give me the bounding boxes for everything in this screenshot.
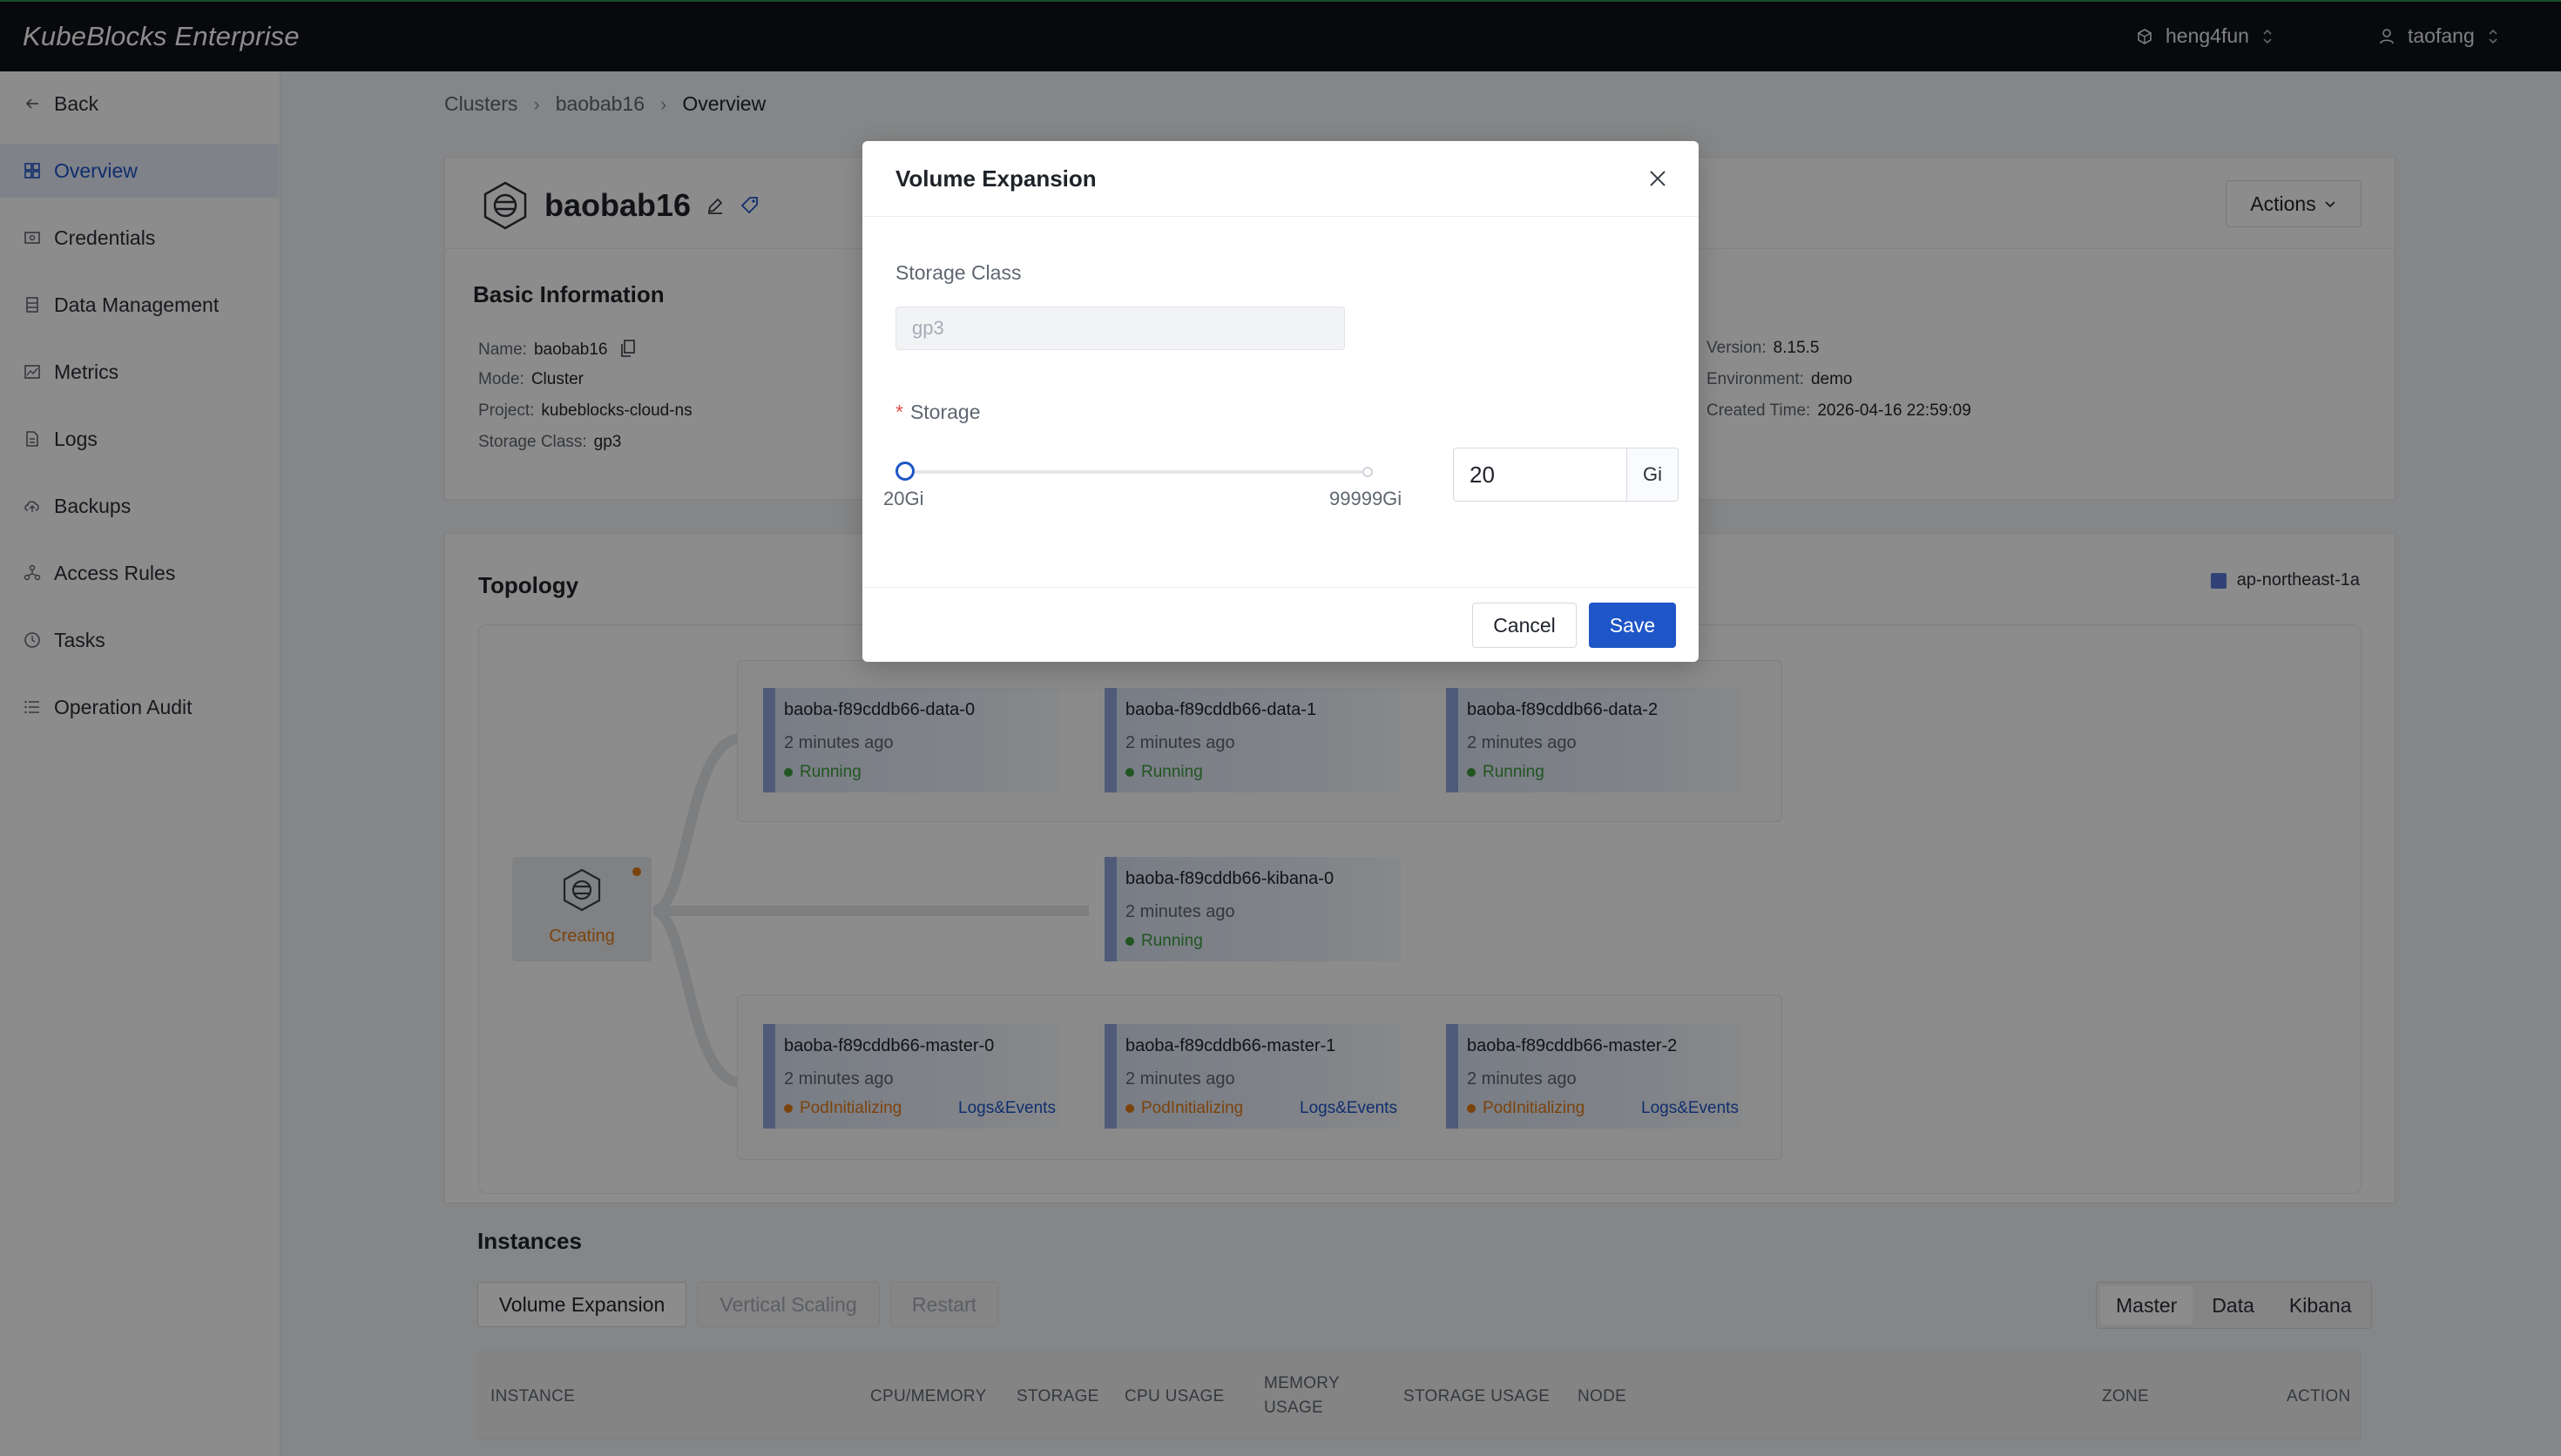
divider [862,216,1699,217]
storage-input[interactable]: 20 [1453,448,1627,502]
storage-slider-handle[interactable] [895,462,915,481]
storage-label: * Storage [895,401,981,423]
close-icon[interactable] [1645,165,1671,192]
storage-slider-track[interactable] [902,470,1368,474]
storage-class-label: Storage Class [895,261,1022,284]
cancel-button[interactable]: Cancel [1472,603,1577,648]
save-button[interactable]: Save [1589,603,1676,648]
slider-max-marker [1362,467,1373,477]
storage-unit: Gi [1626,448,1679,502]
slider-min-label: 20Gi [883,488,924,509]
slider-max-label: 99999Gi [1329,488,1402,509]
divider [862,587,1699,588]
required-mark: * [895,401,903,423]
storage-class-input: gp3 [895,307,1345,350]
volume-expansion-modal: Volume Expansion Storage Class gp3 * Stor… [862,141,1699,662]
modal-title: Volume Expansion [895,165,1097,192]
